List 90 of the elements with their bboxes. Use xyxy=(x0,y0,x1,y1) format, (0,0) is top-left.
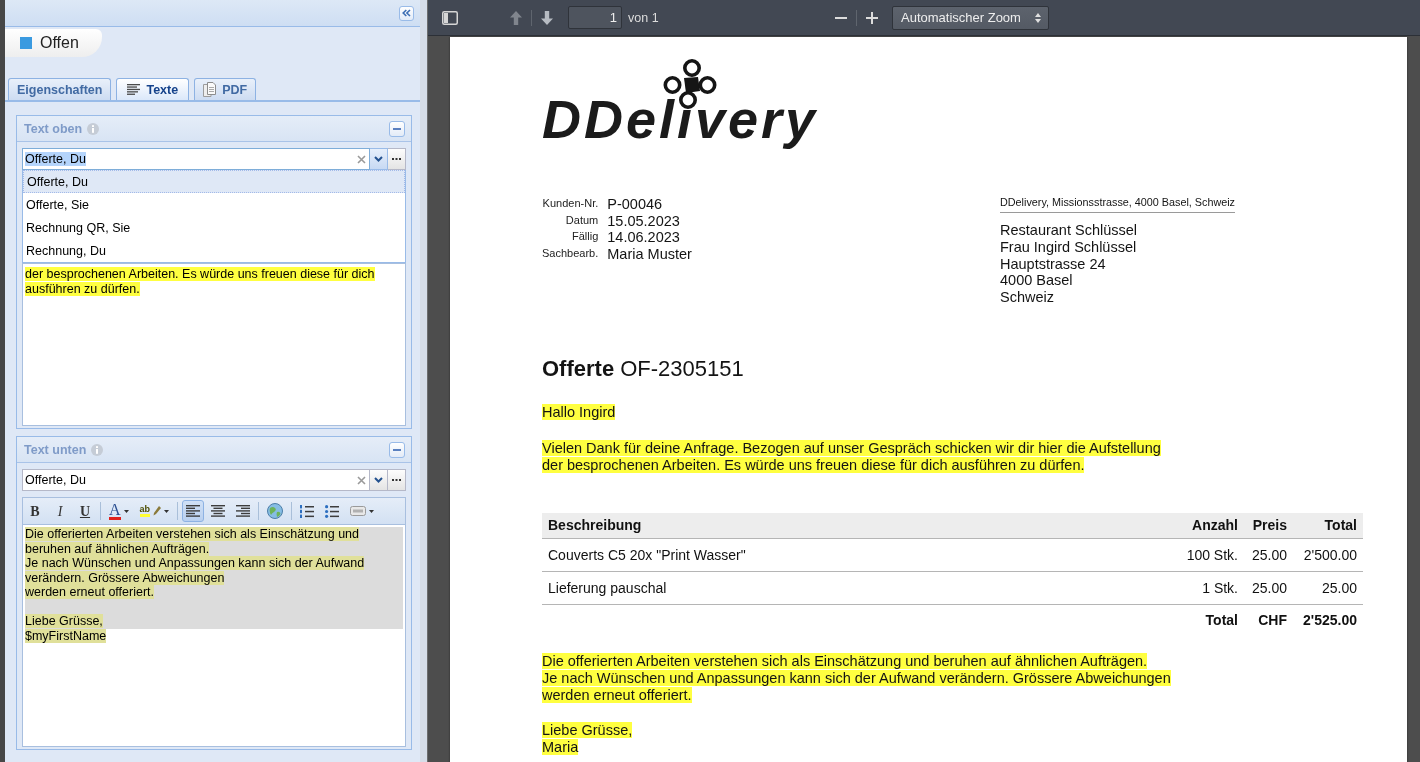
table-cell: Couverts C5 20x "Print Wasser" xyxy=(542,538,1178,572)
clear-icon xyxy=(357,154,366,164)
meta-value: P-00046 xyxy=(607,196,664,213)
dropdown-option[interactable]: Rechnung QR, Sie xyxy=(23,216,405,239)
sender-address-line: DDelivery, Missionsstrasse, 4000 Basel, Schweiz xyxy=(1000,196,1236,213)
align-right-icon xyxy=(236,505,251,517)
more-button[interactable] xyxy=(388,469,406,491)
column-header: Preis xyxy=(1244,513,1293,539)
editor-field[interactable]: der besprochenen Arbeiten. Es würde uns freuen diese für dich ausführen zu dürfen. xyxy=(23,264,405,425)
page-number-field[interactable]: 1 xyxy=(568,6,622,29)
meta-label: Fällig xyxy=(570,229,599,245)
minus-icon xyxy=(393,448,401,451)
underline-button[interactable]: U xyxy=(74,500,96,522)
table-cell: Lieferung pauschal xyxy=(542,571,1178,605)
document-title: Offerte OF-2305151 xyxy=(542,356,744,382)
highlight-button[interactable]: ab xyxy=(135,500,174,522)
tab[interactable]: Eigenschaften xyxy=(8,78,112,100)
document-icon xyxy=(203,82,217,97)
meta-label: Datum xyxy=(564,212,599,228)
column-header: Beschreibung xyxy=(542,513,1178,539)
align-left-button[interactable] xyxy=(182,500,205,522)
total-cell: Total xyxy=(1178,604,1244,635)
more-button[interactable] xyxy=(388,148,406,170)
letter-paragraph: Vielen Dank für deine Anfrage. Bezogen auf unser Gespräch schicken wir dir hier die Aufstellung der besprochenen Arbeiten. Es würde uns freuen diese für dich ausführen zu dürfen. xyxy=(542,440,1161,474)
chevron-down-icon xyxy=(374,477,383,483)
letter-paragraph: Hallo Ingird xyxy=(542,404,616,421)
align-left-icon xyxy=(186,505,201,517)
numbered-list-icon xyxy=(300,504,315,518)
page-count-text: von 1 xyxy=(628,10,659,25)
template-field[interactable]: Offerte, Du xyxy=(22,469,370,491)
globe-icon xyxy=(267,503,284,519)
align-center-icon xyxy=(211,505,226,517)
caret-icon xyxy=(164,509,170,513)
pen-icon xyxy=(153,506,162,516)
bold-button[interactable]: B xyxy=(24,500,46,522)
clear-icon xyxy=(357,475,366,485)
info-icon xyxy=(87,122,100,135)
table-cell: 25.00 xyxy=(1244,571,1293,605)
tab[interactable]: PDF xyxy=(194,78,257,100)
font-color-button[interactable]: A xyxy=(105,500,133,522)
editor-text: Die offerierten Arbeiten verstehen sich als Einschätzung und beruhen auf ähnlichen Aufträgen. xyxy=(25,527,360,556)
minus-icon xyxy=(393,127,401,130)
table-cell: 1 Stk. xyxy=(1178,571,1244,605)
table-cell: 100 Stk. xyxy=(1178,538,1244,572)
chevron-down-icon xyxy=(374,156,383,162)
section-title: Text oben xyxy=(24,121,83,136)
meta-value: Maria Muster xyxy=(607,245,692,263)
caret-icon xyxy=(123,509,129,513)
caret-icon xyxy=(369,509,375,513)
dropdown-option[interactable]: Offerte, Du xyxy=(23,170,405,193)
dropdown-trigger-button[interactable] xyxy=(370,148,388,170)
sidebar-icon xyxy=(442,10,458,25)
zoom-select[interactable]: Automatischer Zoom xyxy=(892,5,1049,30)
collapse-section-button[interactable] xyxy=(389,441,405,458)
editor-text: der besprochenen Arbeiten. Es würde uns freuen diese für dich ausführen zu dürfen. xyxy=(25,267,376,296)
column-header: Total xyxy=(1293,513,1363,539)
editor-text: Liebe Grüsse, xyxy=(25,614,104,629)
section-title: Text unten xyxy=(24,442,87,457)
table-cell: 2'500.00 xyxy=(1293,538,1363,572)
dropdown-option[interactable]: Rechnung, Du xyxy=(23,239,405,262)
editor-text: werden erneut offeriert. xyxy=(25,585,156,600)
updown-arrows-icon xyxy=(1035,12,1041,23)
template-field[interactable]: Offerte, Du xyxy=(22,148,370,170)
table-cell: 25.00 xyxy=(1244,538,1293,572)
table-cell: 25.00 xyxy=(1293,571,1363,605)
italic-button[interactable]: I xyxy=(49,500,71,522)
meta-label: Kunden-Nr. xyxy=(542,196,599,211)
meta-label: Sachbearb. xyxy=(542,245,599,261)
bullet-list-icon xyxy=(325,504,340,518)
total-cell: 2'525.00 xyxy=(1293,604,1363,635)
status-square-icon xyxy=(20,37,32,49)
meta-value: 15.05.2023 xyxy=(607,212,681,230)
info-icon xyxy=(91,443,104,456)
collapse-section-button[interactable] xyxy=(389,120,405,137)
plus-icon xyxy=(866,11,878,24)
tab[interactable]: Texte xyxy=(116,78,190,100)
letter-paragraph: Die offerierten Arbeiten verstehen sich als Einschätzung und beruhen auf ähnlichen Aufträgen. Je nach Wünschen und Anpassungen kann sich der Aufwand verändern. Grössere Abweichungen werden erneut offeriert. xyxy=(542,653,1171,704)
dropdown-option[interactable]: Offerte, Sie xyxy=(23,193,405,216)
minus-icon xyxy=(835,16,847,19)
collapse-panel-button[interactable] xyxy=(399,5,414,21)
total-cell: CHF xyxy=(1244,604,1293,635)
meta-value: 14.06.2023 xyxy=(607,229,681,246)
box-icon xyxy=(350,506,367,516)
lines-icon xyxy=(127,84,141,95)
status-text: Offen xyxy=(40,34,79,52)
column-header: Anzahl xyxy=(1178,513,1244,539)
recipient-address: Restaurant Schlüssel Frau Ingird Schlüssel Hauptstrasse 24 4000 Basel Schweiz xyxy=(1000,222,1137,306)
panel-splitter[interactable] xyxy=(420,0,428,762)
dropdown-trigger-button[interactable] xyxy=(370,469,388,491)
double-chevron-left-icon xyxy=(402,9,411,17)
